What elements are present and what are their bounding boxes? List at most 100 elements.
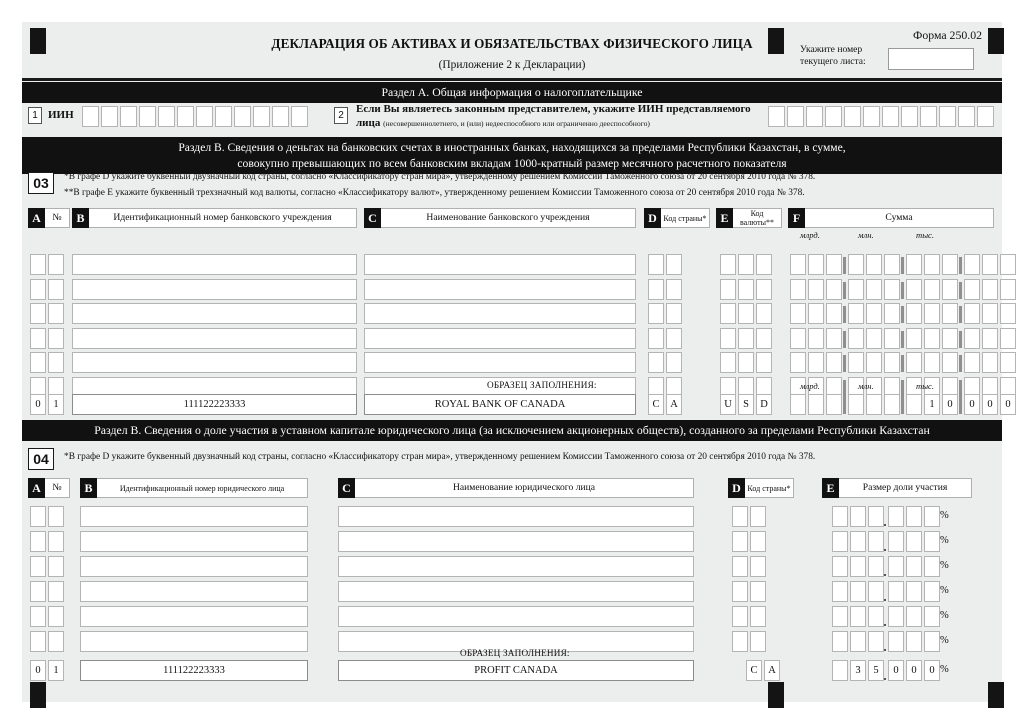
share-cell[interactable] (868, 506, 886, 527)
representative-iin-cell[interactable] (920, 106, 937, 127)
representative-iin-cell[interactable] (825, 106, 842, 127)
sample-country-code-cell[interactable]: C (648, 394, 664, 415)
row-number-cell[interactable] (30, 254, 46, 275)
iin-cell[interactable] (139, 106, 156, 127)
bank-id-input[interactable] (72, 254, 357, 275)
row-number-cell-04[interactable] (48, 506, 64, 527)
share-cell[interactable] (868, 581, 886, 602)
sum-cell[interactable] (964, 303, 980, 324)
currency-code-cell[interactable] (756, 254, 772, 275)
row-number-cell-04[interactable] (48, 556, 64, 577)
country-code-cell-04[interactable] (750, 606, 766, 627)
row-number-cell-04[interactable] (30, 506, 46, 527)
row-number-cell-04[interactable] (48, 581, 64, 602)
sample-share-cell[interactable]: 0 (888, 660, 904, 681)
share-cell[interactable] (924, 506, 940, 527)
sum-cell[interactable] (964, 352, 980, 373)
country-code-cell[interactable] (666, 303, 682, 324)
currency-code-cell[interactable] (720, 352, 736, 373)
sum-cell[interactable] (866, 352, 882, 373)
representative-iin-cell[interactable] (863, 106, 880, 127)
sum-cell[interactable] (942, 328, 962, 349)
sum-cell[interactable] (906, 352, 922, 373)
sample-row-number-cell-04[interactable]: 1 (48, 660, 64, 681)
representative-iin-cell[interactable] (958, 106, 975, 127)
sample-sum-cell[interactable] (884, 394, 904, 415)
share-cell[interactable] (906, 531, 922, 552)
entity-id-input[interactable] (80, 581, 308, 602)
sample-sum-cell[interactable] (790, 394, 806, 415)
sum-cell[interactable] (790, 303, 806, 324)
bank-name-input[interactable] (364, 279, 636, 300)
sum-cell[interactable] (866, 303, 882, 324)
share-cell[interactable] (832, 531, 848, 552)
share-cell[interactable] (868, 556, 886, 577)
sum-cell[interactable] (906, 303, 922, 324)
iin-cell[interactable] (82, 106, 99, 127)
row-number-cell[interactable] (48, 254, 64, 275)
currency-code-cell[interactable] (720, 303, 736, 324)
sample-sum-cell[interactable] (808, 394, 824, 415)
sum-cell[interactable] (884, 352, 904, 373)
sample-entity-name[interactable]: PROFIT CANADA (338, 660, 694, 681)
share-cell[interactable] (850, 556, 866, 577)
country-code-cell[interactable] (648, 328, 664, 349)
country-code-cell-04[interactable] (732, 606, 748, 627)
currency-code-cell[interactable] (738, 254, 754, 275)
sample-country-code-cell-04[interactable]: A (764, 660, 780, 681)
row-number-cell[interactable] (48, 303, 64, 324)
iin-cell[interactable] (101, 106, 118, 127)
iin-cell[interactable] (177, 106, 194, 127)
sum-cell[interactable] (808, 328, 824, 349)
sample-row-number-cell-04[interactable]: 0 (30, 660, 46, 681)
row-number-cell[interactable] (30, 352, 46, 373)
sum-cell[interactable] (942, 254, 962, 275)
sample-country-code-cell[interactable]: A (666, 394, 682, 415)
sample-country-code-cell-04[interactable]: C (746, 660, 762, 681)
sum-cell[interactable] (808, 254, 824, 275)
sum-cell[interactable] (848, 328, 864, 349)
share-cell[interactable] (832, 556, 848, 577)
sample-currency-code-cell[interactable]: U (720, 394, 736, 415)
share-cell[interactable] (850, 506, 866, 527)
sum-cell[interactable] (1000, 254, 1016, 275)
share-cell[interactable] (906, 506, 922, 527)
sum-cell[interactable] (982, 303, 998, 324)
sample-currency-code-cell[interactable]: D (756, 394, 772, 415)
currency-code-cell[interactable] (720, 254, 736, 275)
sample-row-number-cell[interactable]: 1 (48, 394, 64, 415)
sum-cell[interactable] (790, 254, 806, 275)
sum-cell[interactable] (942, 352, 962, 373)
sum-cell[interactable] (866, 254, 882, 275)
currency-code-cell[interactable] (720, 328, 736, 349)
row-number-cell-04[interactable] (48, 606, 64, 627)
sum-cell[interactable] (1000, 352, 1016, 373)
share-cell[interactable] (924, 606, 940, 627)
share-cell[interactable] (850, 631, 866, 652)
bank-name-input[interactable] (364, 352, 636, 373)
bank-id-input[interactable] (72, 328, 357, 349)
bank-id-input[interactable] (72, 279, 357, 300)
sum-cell[interactable] (982, 279, 998, 300)
bank-name-input[interactable] (364, 328, 636, 349)
row-number-cell[interactable] (30, 303, 46, 324)
sample-share-cell[interactable]: 5 (868, 660, 886, 681)
entity-id-input[interactable] (80, 606, 308, 627)
share-cell[interactable] (832, 631, 848, 652)
sample-entity-id[interactable]: 111122223333 (80, 660, 308, 681)
entity-name-input[interactable] (338, 556, 694, 577)
country-code-cell[interactable] (666, 254, 682, 275)
representative-iin-cell[interactable] (977, 106, 994, 127)
sample-sum-cell[interactable]: 0 (964, 394, 980, 415)
currency-code-cell[interactable] (738, 303, 754, 324)
entity-name-input[interactable] (338, 531, 694, 552)
sample-bank-id[interactable]: 111122223333 (72, 394, 357, 415)
share-cell[interactable] (850, 606, 866, 627)
iin-cell[interactable] (291, 106, 308, 127)
sum-cell[interactable] (884, 328, 904, 349)
iin-cell[interactable] (272, 106, 289, 127)
sum-cell[interactable] (924, 303, 940, 324)
sample-sum-cell[interactable]: 1 (924, 394, 940, 415)
sum-cell[interactable] (808, 279, 824, 300)
iin-cell[interactable] (196, 106, 213, 127)
